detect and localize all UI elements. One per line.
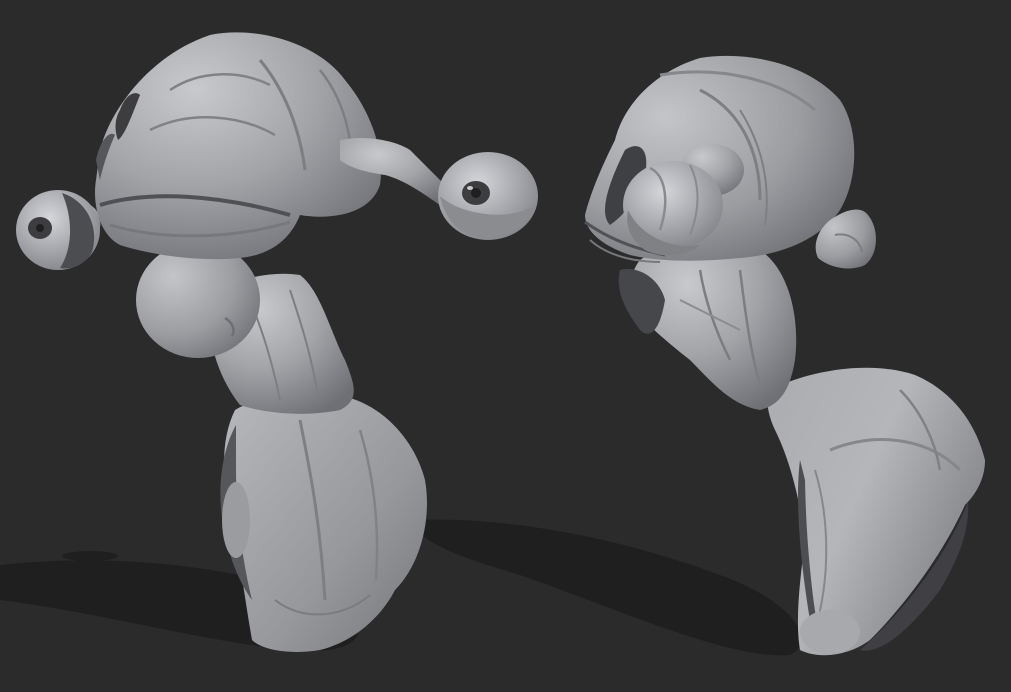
3d-viewport[interactable]: [0, 0, 1011, 692]
throat-pouch: [136, 242, 260, 358]
eye-right: [438, 152, 538, 240]
sculpt-render: [0, 32, 985, 656]
head: [95, 32, 381, 260]
eye-left: [16, 190, 101, 270]
